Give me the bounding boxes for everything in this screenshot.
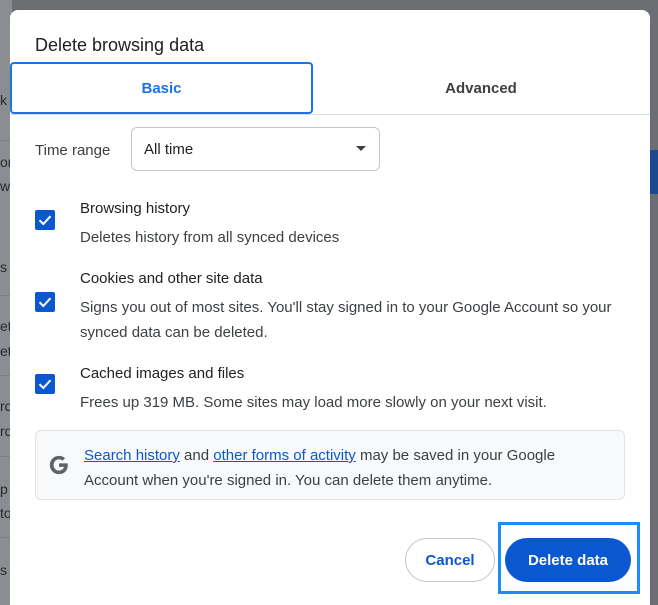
option-browsing-history: Browsing history Deletes history from al… bbox=[35, 200, 625, 250]
checkmark-icon bbox=[38, 379, 52, 390]
option-title: Cached images and files bbox=[80, 365, 245, 382]
cached-images-checkbox[interactable] bbox=[35, 374, 55, 394]
option-description: Frees up 319 MB. Some sites may load mor… bbox=[80, 394, 547, 411]
google-activity-info: Search history and other forms of activi… bbox=[35, 430, 625, 500]
browsing-history-checkbox[interactable] bbox=[35, 210, 55, 230]
option-cached-images: Cached images and files Frees up 319 MB.… bbox=[35, 365, 625, 415]
dialog-title: Delete browsing data bbox=[35, 35, 205, 55]
time-range-label: Time range bbox=[35, 142, 111, 159]
tab-bar: Basic Advanced bbox=[10, 62, 650, 115]
delete-browsing-data-dialog: Delete browsing data Basic Advanced Time… bbox=[10, 10, 650, 605]
info-text-part: and bbox=[179, 447, 214, 464]
option-title: Cookies and other site data bbox=[80, 270, 263, 287]
search-history-link[interactable]: Search history bbox=[84, 447, 180, 464]
dropdown-arrow-icon bbox=[356, 146, 366, 151]
other-activity-link[interactable]: other forms of activity bbox=[213, 447, 356, 464]
info-text: Search history and other forms of activi… bbox=[84, 443, 604, 493]
time-range-value: All time bbox=[144, 140, 194, 158]
delete-data-button[interactable]: Delete data bbox=[505, 538, 631, 582]
cookies-checkbox[interactable] bbox=[35, 292, 55, 312]
option-cookies: Cookies and other site data Signs you ou… bbox=[35, 270, 625, 345]
option-description: Signs you out of most sites. You'll stay… bbox=[80, 299, 612, 341]
checkmark-icon bbox=[38, 215, 52, 226]
option-title: Browsing history bbox=[80, 200, 191, 217]
tab-basic[interactable]: Basic bbox=[10, 62, 313, 114]
google-g-icon bbox=[49, 455, 68, 475]
tab-advanced[interactable]: Advanced bbox=[321, 62, 641, 114]
option-description: Deletes history from all synced devices bbox=[80, 229, 340, 246]
checkmark-icon bbox=[38, 297, 52, 308]
time-range-select[interactable]: All time bbox=[131, 127, 380, 171]
cancel-button[interactable]: Cancel bbox=[405, 538, 495, 582]
